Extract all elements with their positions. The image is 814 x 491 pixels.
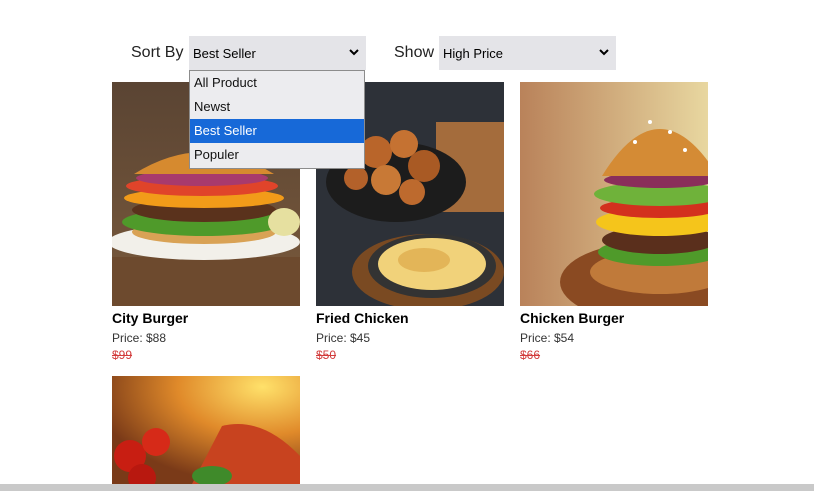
product-old-price: $99 bbox=[112, 348, 133, 362]
product-name[interactable]: Chicken Burger bbox=[520, 310, 708, 326]
product-price: Price: $45 bbox=[316, 331, 371, 345]
show-label: Show : bbox=[394, 44, 443, 61]
product-name[interactable]: Fried Chicken bbox=[316, 310, 504, 326]
product-image bbox=[520, 82, 708, 306]
horizontal-scrollbar[interactable] bbox=[0, 484, 814, 491]
show-value: High Price bbox=[443, 45, 503, 61]
option-populer[interactable]: Populer bbox=[190, 143, 364, 167]
chevron-down-icon bbox=[599, 49, 609, 56]
product-card[interactable] bbox=[112, 376, 300, 484]
sort-by-label: Sort By : bbox=[131, 44, 193, 61]
option-best-seller[interactable]: Best Seller bbox=[190, 119, 364, 143]
sort-by-select[interactable]: Best Seller bbox=[189, 36, 366, 70]
product-old-price: $66 bbox=[520, 348, 541, 362]
product-old-price: $50 bbox=[316, 348, 337, 362]
product-price: Price: $54 bbox=[520, 331, 575, 345]
sort-by-value: Best Seller bbox=[193, 45, 256, 61]
product-card[interactable]: Chicken Burger Price: $54 $66 bbox=[520, 82, 708, 362]
show-select[interactable]: High Price bbox=[439, 36, 616, 70]
option-newst[interactable]: Newst bbox=[190, 95, 364, 119]
sort-by-dropdown-list: All Product Newst Best Seller Populer bbox=[189, 70, 365, 169]
product-name[interactable]: City Burger bbox=[112, 310, 300, 326]
product-image bbox=[112, 376, 300, 484]
chevron-down-icon bbox=[349, 49, 359, 56]
product-price: Price: $88 bbox=[112, 331, 167, 345]
option-all-product[interactable]: All Product bbox=[190, 71, 364, 95]
